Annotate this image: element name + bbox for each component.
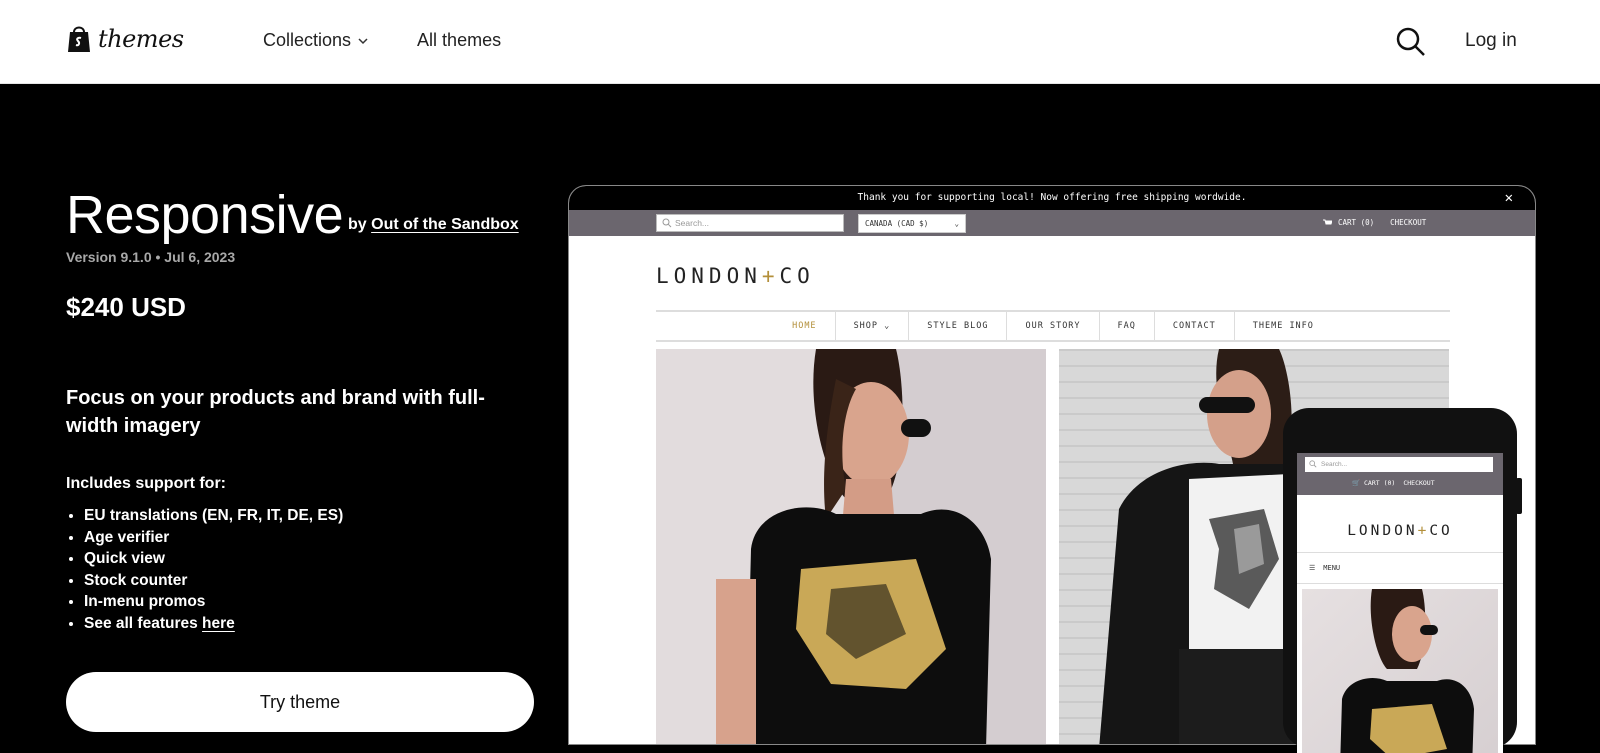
theme-price: $240 USD <box>66 292 186 322</box>
hero-image-left[interactable] <box>656 349 1046 744</box>
mobile-cart-link[interactable]: 🛒 CART (0) <box>1352 479 1395 487</box>
store-nav-item[interactable]: HOME <box>774 312 834 340</box>
nav-collections-label: Collections <box>263 30 352 50</box>
hamburger-icon: ☰ <box>1309 564 1316 572</box>
currency-value: CANADA (CAD $) <box>865 219 929 228</box>
see-all-features-link[interactable]: here <box>202 615 235 632</box>
cart-link[interactable]: CART (0) <box>1323 210 1374 236</box>
phone-side-button <box>1516 478 1522 514</box>
store-logo-plus: + <box>761 264 780 288</box>
mobile-store-logo[interactable]: LONDON+CO <box>1297 523 1503 539</box>
top-header: themes Collections All themes Log in <box>0 0 1600 84</box>
see-all-prefix: See all features <box>84 614 198 632</box>
chevron-down-icon <box>358 37 368 44</box>
store-logo-left: LONDON <box>656 264 762 288</box>
mobile-cart-links: 🛒 CART (0) CHECKOUT <box>1352 479 1435 487</box>
feature-item: Stock counter <box>84 570 343 592</box>
store-nav-item[interactable]: STYLE BLOG <box>908 312 1006 340</box>
close-icon[interactable]: ✕ <box>1505 186 1513 210</box>
currency-select[interactable]: CANADA (CAD $) ⌄ <box>858 214 966 233</box>
store-nav-item[interactable]: FAQ <box>1098 312 1154 340</box>
store-nav-item[interactable]: CONTACT <box>1153 312 1234 340</box>
feature-item: Quick view <box>84 548 343 570</box>
cart-links: CART (0) CHECKOUT <box>1323 210 1426 236</box>
feature-list: EU translations (EN, FR, IT, DE, ES) Age… <box>84 505 343 634</box>
theme-tagline: Focus on your products and brand with fu… <box>66 387 485 437</box>
nav-all-themes-label: All themes <box>417 30 502 50</box>
mobile-search-placeholder: Search... <box>1321 461 1348 468</box>
theme-title: Responsive <box>66 185 344 245</box>
model-photo-illustration <box>656 349 1046 744</box>
theme-byline: by Out of the Sandbox <box>348 216 519 234</box>
mobile-logo-right: CO <box>1429 523 1453 539</box>
try-theme-button[interactable]: Try theme <box>66 672 534 732</box>
store-logo[interactable]: LONDON+CO <box>656 264 815 288</box>
store-nav-item[interactable]: OUR STORY <box>1006 312 1098 340</box>
author-link[interactable]: Out of the Sandbox <box>371 216 519 233</box>
search-icon[interactable] <box>1395 26 1427 58</box>
search-icon <box>662 218 672 228</box>
mobile-preview: Search... 🛒 CART (0) CHECKOUT LONDON+CO … <box>1283 408 1522 753</box>
shopify-themes-logo[interactable]: themes <box>66 24 184 54</box>
cart-icon <box>1323 219 1332 225</box>
logo-wordmark: themes <box>98 25 184 53</box>
mobile-utility-bar: Search... 🛒 CART (0) CHECKOUT <box>1297 453 1503 495</box>
mobile-screen: Search... 🛒 CART (0) CHECKOUT LONDON+CO … <box>1297 453 1503 753</box>
login-link[interactable]: Log in <box>1465 30 1517 52</box>
mobile-search-input[interactable]: Search... <box>1305 457 1493 472</box>
shopify-bag-icon <box>68 26 90 52</box>
support-heading: Includes support for: <box>66 475 226 492</box>
mobile-checkout-link[interactable]: CHECKOUT <box>1403 479 1434 487</box>
feature-item-see-all: See all features here <box>84 613 343 635</box>
cart-label: CART (0) <box>1338 218 1375 227</box>
store-logo-right: CO <box>779 264 815 288</box>
checkout-link[interactable]: CHECKOUT <box>1390 210 1426 236</box>
announcement-text: Thank you for supporting local! Now offe… <box>857 192 1247 203</box>
version-date: Version 9.1.0 • Jul 6, 2023 <box>66 249 236 265</box>
mobile-logo-plus: + <box>1417 523 1430 539</box>
preview-search-placeholder: Search... <box>675 218 710 228</box>
nav-all-themes[interactable]: All themes <box>417 30 501 51</box>
model-photo-illustration <box>1340 589 1474 753</box>
mobile-logo-left: LONDON <box>1347 523 1418 539</box>
utility-bar: Search... CANADA (CAD $) ⌄ CART (0) CHEC… <box>569 210 1535 236</box>
chevron-down-icon: ⌄ <box>954 219 959 228</box>
feature-item: Age verifier <box>84 527 343 549</box>
feature-item: EU translations (EN, FR, IT, DE, ES) <box>84 505 343 527</box>
feature-item: In-menu promos <box>84 591 343 613</box>
main-nav: Collections All themes <box>263 30 501 51</box>
mobile-hero-image[interactable] <box>1302 589 1498 753</box>
search-icon <box>1309 460 1317 468</box>
preview-search-input[interactable]: Search... <box>656 214 844 232</box>
nav-collections[interactable]: Collections <box>263 30 369 51</box>
store-nav-item[interactable]: SHOP ⌄ <box>834 312 909 340</box>
mobile-cart-label: CART (0) <box>1364 479 1396 487</box>
announcement-bar: Thank you for supporting local! Now offe… <box>569 186 1535 210</box>
mobile-menu-label: MENU <box>1323 564 1341 572</box>
store-nav-item[interactable]: THEME INFO <box>1233 312 1332 340</box>
mobile-menu-toggle[interactable]: ☰ MENU <box>1297 552 1503 584</box>
store-nav: HOME SHOP ⌄ STYLE BLOG OUR STORY FAQ CON… <box>656 310 1450 342</box>
store-nav-shop-label: SHOP <box>853 321 879 331</box>
byline-prefix: by <box>348 216 367 233</box>
